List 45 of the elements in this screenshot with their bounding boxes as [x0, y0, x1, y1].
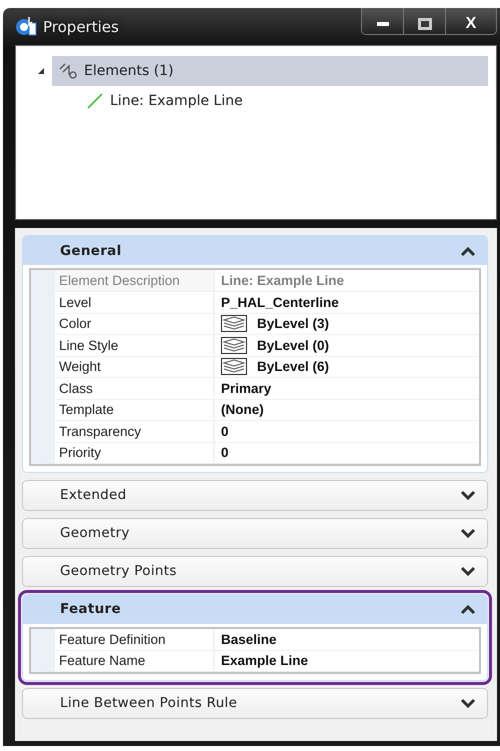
section-header[interactable]: General	[23, 236, 487, 265]
property-label: Class	[55, 378, 215, 400]
property-value[interactable]: Primary	[215, 378, 479, 400]
property-label: Line Style	[55, 334, 215, 356]
property-label: Priority	[55, 442, 215, 464]
property-label: Element Description	[55, 270, 215, 292]
app-icon	[15, 16, 37, 36]
chevron-down-icon	[461, 566, 475, 576]
property-value[interactable]: P_HAL_Centerline	[215, 292, 479, 314]
expander-icon[interactable]	[36, 66, 46, 76]
section-header[interactable]: Geometry Points	[23, 556, 487, 586]
property-label: Level	[55, 292, 215, 314]
tree-item[interactable]: Line: Example Line	[80, 86, 488, 116]
elements-icon	[58, 62, 78, 80]
property-value[interactable]: (None)	[215, 399, 479, 421]
section-header[interactable]: Geometry	[23, 518, 487, 548]
property-label: Template	[55, 399, 215, 421]
maximize-icon	[418, 17, 432, 31]
section-header[interactable]: Extended	[23, 480, 487, 510]
property-label: Feature Name	[55, 650, 215, 672]
property-value[interactable]: ByLevel (6)	[257, 358, 330, 375]
minimize-button[interactable]	[362, 8, 404, 34]
section-header[interactable]: Feature	[23, 594, 487, 624]
maximize-button[interactable]	[404, 8, 446, 34]
section-header[interactable]: Line Between Points Rule	[23, 688, 487, 718]
chevron-up-icon	[461, 246, 475, 256]
line-icon	[86, 92, 104, 110]
window-title: Properties	[43, 18, 119, 36]
property-value[interactable]: 0	[215, 442, 479, 464]
chevron-down-icon	[461, 490, 475, 500]
close-button[interactable]: X	[446, 8, 496, 34]
minimize-icon	[376, 22, 388, 26]
tree-item[interactable]: Elements (1)	[52, 56, 488, 86]
property-label: Weight	[55, 356, 215, 378]
property-value[interactable]: Example Line	[215, 650, 479, 672]
property-value[interactable]: ByLevel (0)	[257, 336, 330, 354]
chevron-up-icon	[461, 604, 475, 614]
property-value[interactable]: ByLevel (3)	[257, 315, 330, 332]
property-value[interactable]: Baseline	[215, 628, 479, 650]
property-label: Color	[55, 313, 215, 335]
chevron-down-icon	[461, 698, 475, 708]
property-label: Feature Definition	[55, 628, 215, 650]
chevron-down-icon	[461, 528, 475, 538]
property-value[interactable]: 0	[215, 420, 479, 442]
property-label: Transparency	[55, 420, 215, 442]
